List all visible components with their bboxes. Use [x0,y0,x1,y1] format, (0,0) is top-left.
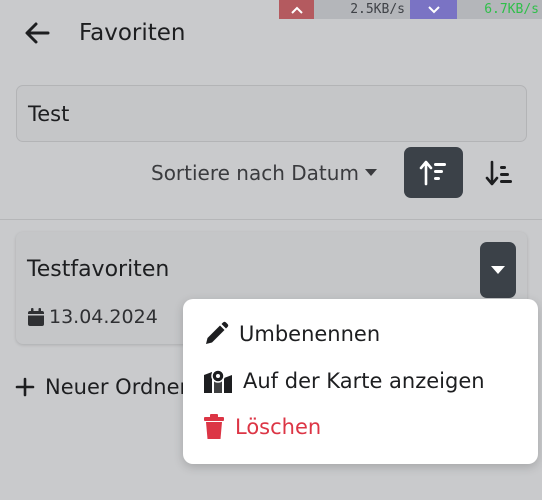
sort-ascending-icon [419,160,446,185]
back-button[interactable] [22,18,52,48]
upload-speed: 2.5KB/s [314,0,410,19]
network-monitor: 2.5KB/s 6.7KB/s [279,0,542,19]
new-folder-label: Neuer Ordner [45,375,189,399]
trash-icon [204,414,224,439]
page-title: Favoriten [79,20,186,46]
folder-menu-button[interactable] [480,242,516,298]
menu-item-show-on-map[interactable]: Auf der Karte anzeigen [203,365,485,397]
download-arrow-icon [410,0,457,19]
caret-down-icon [364,169,377,176]
menu-item-delete[interactable]: Löschen [203,411,321,443]
sort-dropdown[interactable]: Sortiere nach Datum [151,158,377,188]
download-speed: 6.7KB/s [457,0,542,19]
sort-ascending-button[interactable] [404,147,463,198]
calendar-icon [28,308,44,326]
pencil-icon [206,321,229,344]
menu-item-label: Auf der Karte anzeigen [243,369,485,393]
new-folder-button[interactable]: Neuer Ordner [15,372,188,402]
context-menu: Umbenennen Auf der Karte anzeigen Lösche… [183,299,538,464]
folder-date: 13.04.2024 [27,306,158,328]
map-marker-icon [204,369,232,393]
folder-title: Testfavoriten [27,257,170,282]
menu-item-rename[interactable]: Umbenennen [203,318,380,350]
menu-item-label: Umbenennen [239,322,381,346]
sort-dropdown-label: Sortiere nach Datum [151,161,359,185]
plus-icon [15,377,35,397]
divider [0,219,542,220]
arrow-left-icon [25,22,50,44]
upload-arrow-icon [279,0,314,19]
sort-descending-button[interactable] [477,147,522,198]
sort-descending-icon [485,160,512,185]
menu-item-label: Löschen [235,415,322,439]
search-input[interactable]: Test [16,85,527,142]
search-input-value: Test [28,102,70,126]
caret-down-icon [491,265,505,274]
folder-date-text: 13.04.2024 [49,306,158,328]
